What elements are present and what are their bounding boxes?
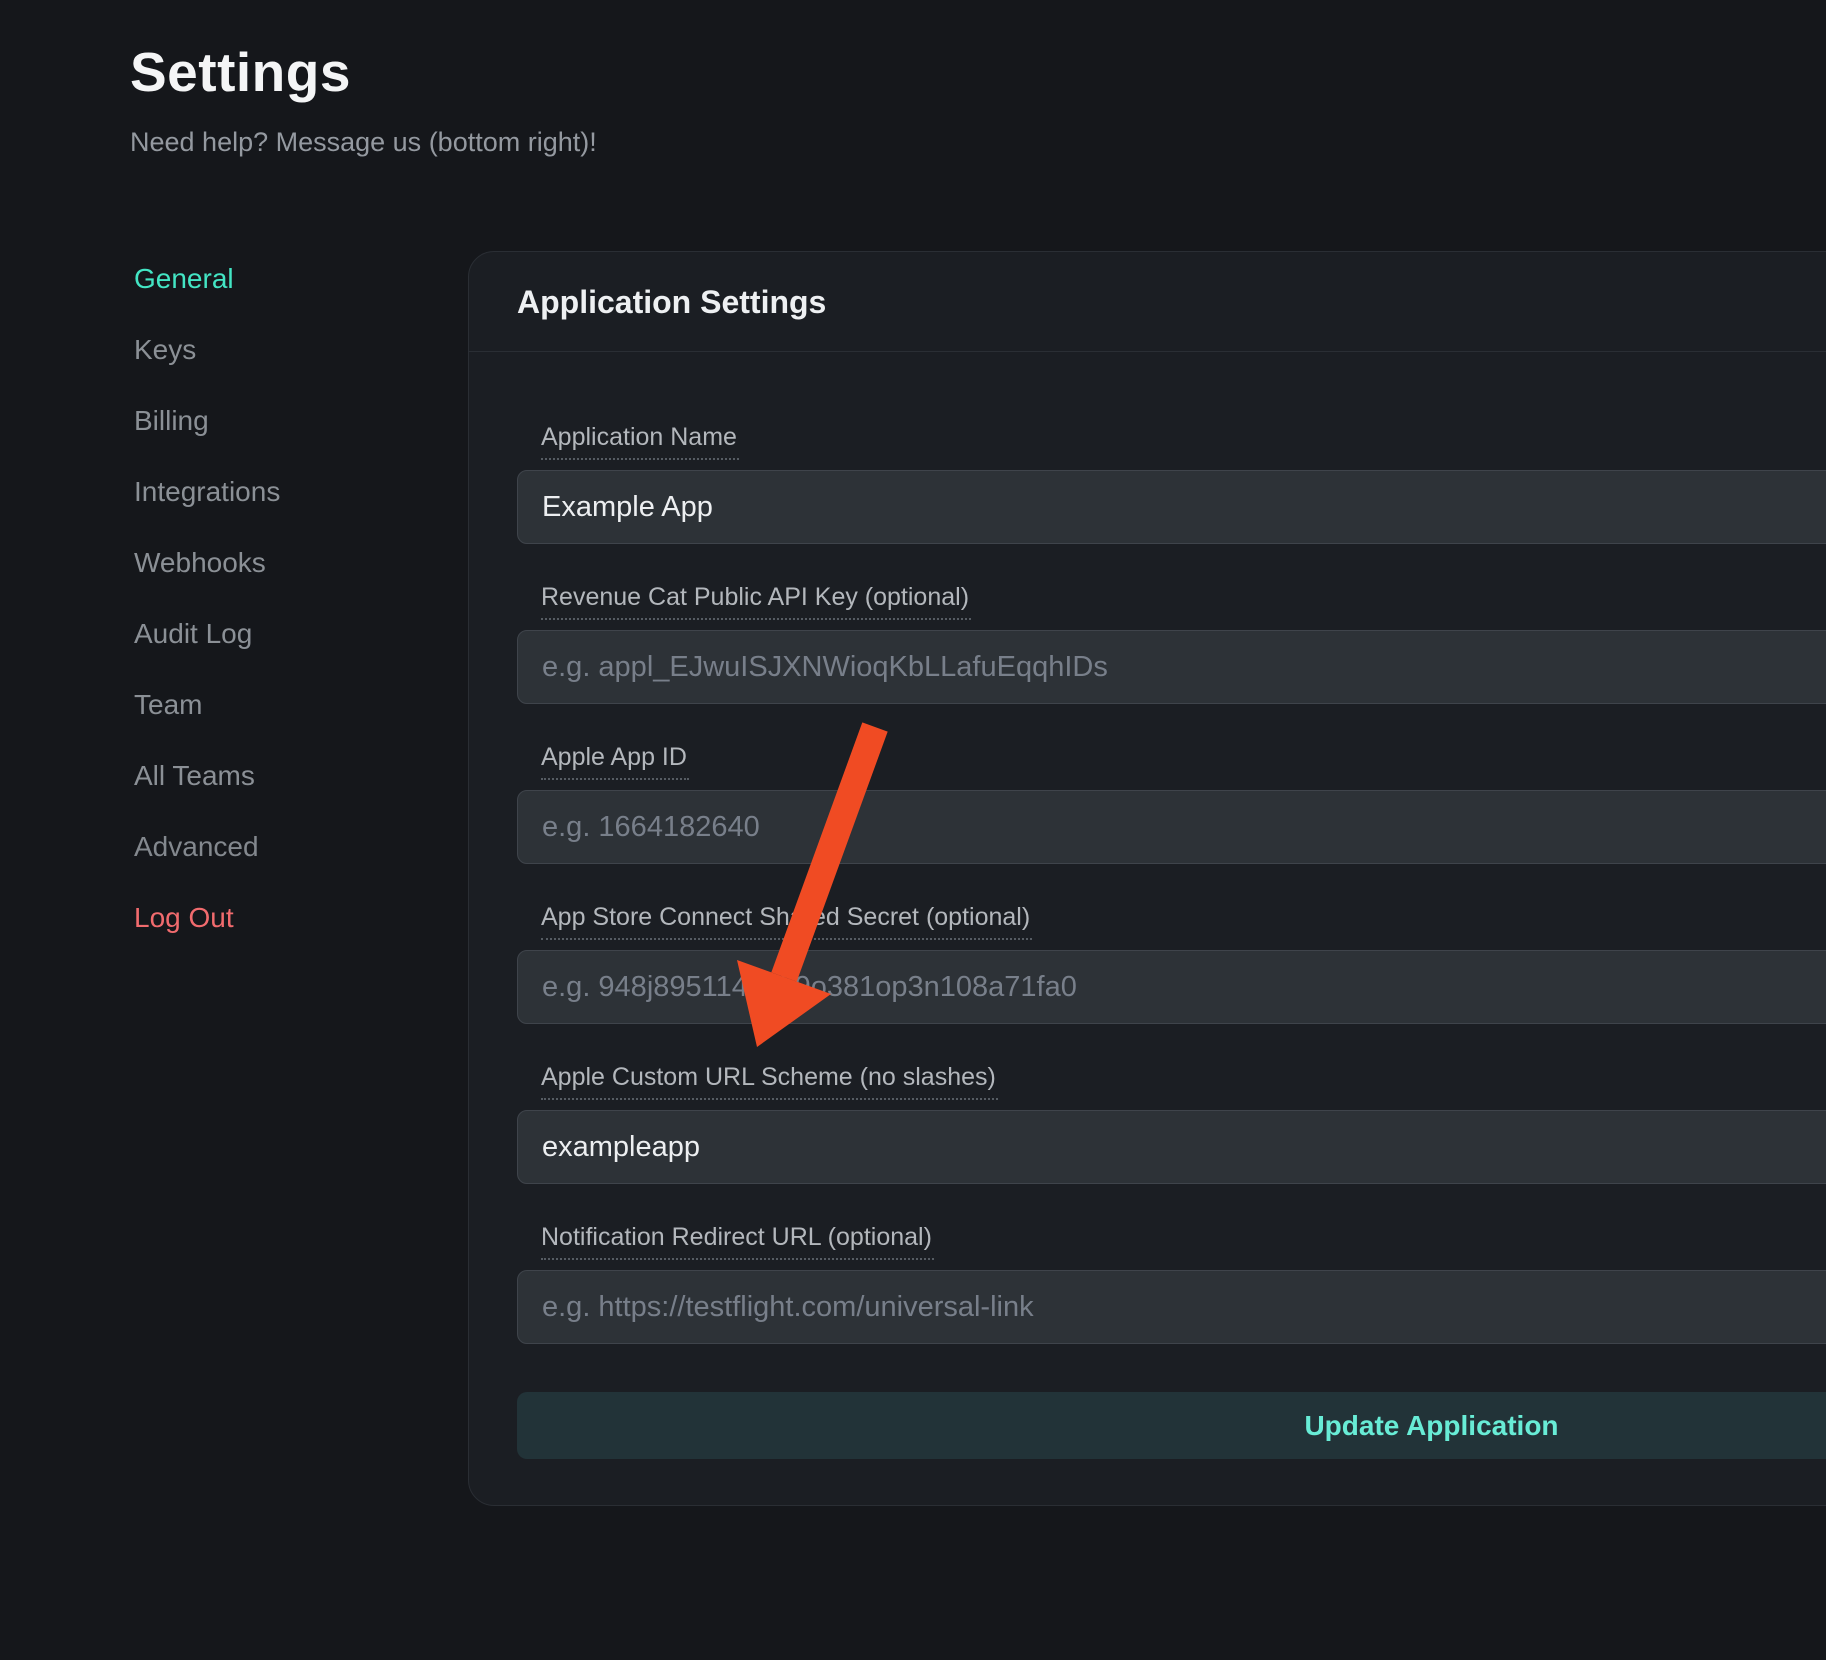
sidebar-item-general[interactable]: General (134, 243, 434, 314)
form-field: Revenue Cat Public API Key (optional) (517, 582, 1826, 704)
sidebar-item-log-out[interactable]: Log Out (134, 882, 434, 953)
form-field: App Store Connect Shared Secret (optiona… (517, 902, 1826, 1024)
field-label: Revenue Cat Public API Key (optional) (541, 582, 971, 620)
page-subtitle: Need help? Message us (bottom right)! (130, 127, 597, 158)
notification-redirect-input[interactable] (517, 1270, 1826, 1344)
form-field: Apple Custom URL Scheme (no slashes) (517, 1062, 1826, 1184)
form-field: Notification Redirect URL (optional) (517, 1222, 1826, 1344)
sidebar-item-team[interactable]: Team (134, 669, 434, 740)
settings-sidebar: GeneralKeysBillingIntegrationsWebhooksAu… (134, 243, 434, 953)
panel-title: Application Settings (469, 252, 1826, 352)
apple-app-id-input[interactable] (517, 790, 1826, 864)
application-name-input[interactable] (517, 470, 1826, 544)
sidebar-item-integrations[interactable]: Integrations (134, 456, 434, 527)
field-label: Apple App ID (541, 742, 689, 780)
revenuecat-api-key-input[interactable] (517, 630, 1826, 704)
app-store-shared-secret-input[interactable] (517, 950, 1826, 1024)
update-application-button[interactable]: Update Application (517, 1392, 1826, 1459)
application-settings-panel: Application Settings Application Name Re… (468, 251, 1826, 1506)
apple-url-scheme-input[interactable] (517, 1110, 1826, 1184)
field-label: Notification Redirect URL (optional) (541, 1222, 934, 1260)
sidebar-item-webhooks[interactable]: Webhooks (134, 527, 434, 598)
application-settings-form: Application Name Revenue Cat Public API … (469, 352, 1826, 1459)
form-field: Apple App ID (517, 742, 1826, 864)
sidebar-item-all-teams[interactable]: All Teams (134, 740, 434, 811)
sidebar-item-keys[interactable]: Keys (134, 314, 434, 385)
field-label: Apple Custom URL Scheme (no slashes) (541, 1062, 998, 1100)
form-field: Application Name (517, 422, 1826, 544)
page-title: Settings (130, 40, 351, 104)
field-label: App Store Connect Shared Secret (optiona… (541, 902, 1032, 940)
sidebar-item-audit-log[interactable]: Audit Log (134, 598, 434, 669)
sidebar-item-billing[interactable]: Billing (134, 385, 434, 456)
sidebar-item-advanced[interactable]: Advanced (134, 811, 434, 882)
field-label: Application Name (541, 422, 739, 460)
